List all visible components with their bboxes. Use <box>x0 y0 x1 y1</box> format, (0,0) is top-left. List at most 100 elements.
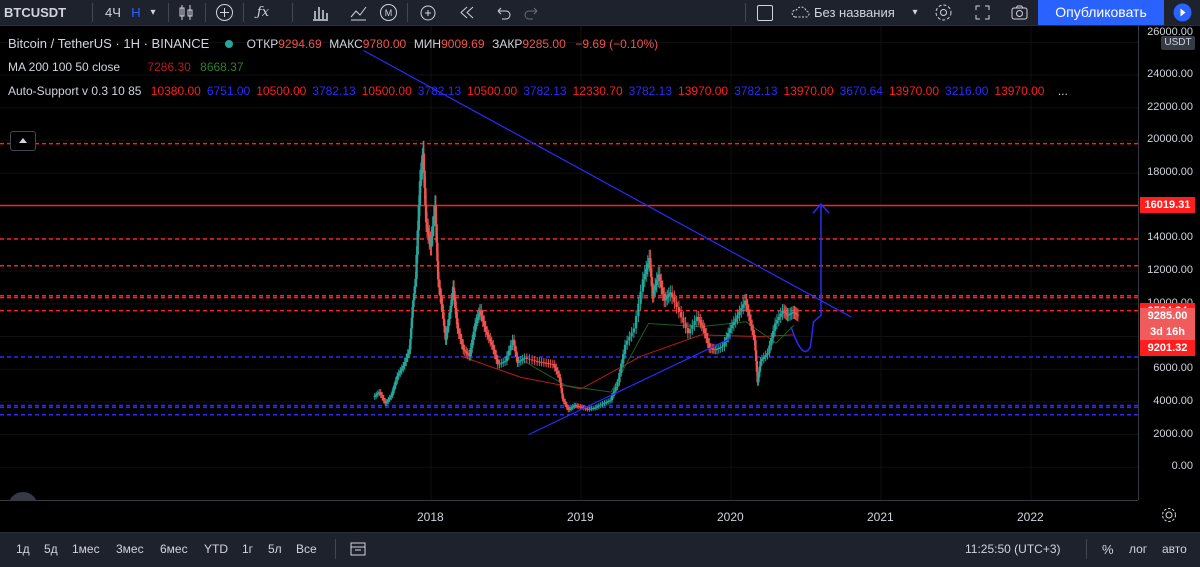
toolbar-divider <box>745 3 746 22</box>
more-values: ... <box>1057 84 1068 98</box>
candle-body <box>540 361 543 363</box>
candles-icon[interactable] <box>176 2 197 23</box>
candle-body <box>703 328 706 334</box>
candle-body <box>484 326 487 332</box>
candle-body <box>519 360 523 362</box>
publish-button[interactable]: Опубликовать <box>1038 0 1164 25</box>
add-indicator-icon[interactable] <box>214 2 235 23</box>
fullscreen-icon[interactable] <box>972 2 993 23</box>
candle-body <box>595 406 599 408</box>
chevron-down-icon[interactable]: ▾ <box>908 0 922 25</box>
candle-body <box>734 318 737 322</box>
price-axis[interactable]: USDT 26000.00 24000.00 22000.00 20000.00 180… <box>1138 26 1200 500</box>
price-tick-label: 14000.00 <box>1147 231 1193 244</box>
candle-body <box>547 363 550 365</box>
date-range-icon[interactable] <box>349 540 367 558</box>
open-value: 9294.69 <box>278 37 322 51</box>
time-axis[interactable]: 2018 2019 2020 2021 2022 <box>0 500 1138 533</box>
price-level-label[interactable]: 9201.32 <box>1140 339 1195 356</box>
chart-pane[interactable]: Bitcoin / TetherUS · 1H · BINANCE ОТКР92… <box>0 26 1138 522</box>
fx-icon[interactable]: ƒx <box>252 0 274 25</box>
candle-body <box>775 320 779 324</box>
candle-body <box>397 373 400 376</box>
close-label: ЗАКР <box>492 37 523 51</box>
candle-body <box>571 406 574 408</box>
compare-icon[interactable] <box>348 2 369 23</box>
candle-body <box>641 279 645 292</box>
auto-support-value: 3782.13 <box>628 84 673 98</box>
candle-body <box>661 287 664 295</box>
candle-body <box>568 408 571 411</box>
candle-body <box>381 394 384 398</box>
interval-4h-button[interactable]: 4Ч <box>102 0 124 25</box>
price-tick-label: 18000.00 <box>1147 166 1193 179</box>
currency-badge[interactable]: USDT <box>1161 36 1195 50</box>
range-button[interactable]: 5д <box>44 542 58 556</box>
candle-body <box>760 359 764 362</box>
auto-support-value: 3216.00 <box>945 84 989 98</box>
range-button[interactable]: 6мес <box>160 542 188 556</box>
candle-body <box>525 357 529 359</box>
auto-support-value: 12330.70 <box>572 84 623 98</box>
range-button[interactable]: 3мес <box>116 542 144 556</box>
candle-body <box>655 279 658 286</box>
camera-icon[interactable] <box>1009 2 1030 23</box>
high-label: МАКС <box>329 37 363 51</box>
candle-body <box>564 401 567 405</box>
candle-body <box>796 314 800 316</box>
price-tick-label: 22000.00 <box>1147 100 1193 113</box>
candle-body <box>693 321 696 326</box>
symbol-search[interactable]: BTCUSDT <box>4 0 66 25</box>
undo-icon[interactable] <box>492 2 513 23</box>
candle-body <box>705 333 708 339</box>
alarm-plus-icon[interactable] <box>418 2 439 23</box>
clock-time[interactable]: 11:25:50 (UTC+3) <box>965 542 1061 556</box>
candle-body <box>614 386 617 392</box>
candle-body <box>462 344 465 350</box>
range-button[interactable]: Все <box>296 542 317 556</box>
settings-icon[interactable] <box>933 2 954 23</box>
range-button[interactable]: 5л <box>268 542 282 556</box>
candle-body <box>535 361 539 363</box>
candle-body <box>538 361 541 363</box>
redo-icon[interactable] <box>522 2 543 23</box>
bar-chart-icon[interactable] <box>310 2 331 23</box>
range-button[interactable]: 1д <box>16 542 30 556</box>
price-level-label[interactable]: 16019.31 <box>1140 197 1195 214</box>
alert-icon[interactable]: M <box>378 2 399 23</box>
play-button[interactable] <box>1166 0 1200 25</box>
replay-icon[interactable] <box>456 2 477 23</box>
candle-body <box>740 307 743 312</box>
toolbar-divider <box>168 3 169 22</box>
cloud-icon[interactable] <box>790 2 811 23</box>
candle-body <box>387 399 390 402</box>
auto-support-legend[interactable]: Auto-Support v 0.3 10 85 10380.00 6751.00… <box>8 84 1068 98</box>
layout-name[interactable]: Без названия <box>814 0 904 25</box>
price-level-label[interactable]: 3d 16h <box>1140 323 1195 340</box>
ma-value-long: 7286.30 <box>147 60 191 74</box>
percent-toggle[interactable]: % <box>1102 542 1114 557</box>
candle-body <box>399 370 402 374</box>
range-button[interactable]: YTD <box>204 542 228 556</box>
log-toggle[interactable]: лог <box>1129 542 1147 556</box>
auto-toggle[interactable]: авто <box>1162 542 1187 556</box>
ma-legend[interactable]: MA 200 100 50 close 7286.30 8668.37 <box>8 60 244 74</box>
checkbox-icon[interactable] <box>757 5 773 21</box>
candle-body <box>762 356 766 360</box>
candle-body <box>469 347 472 357</box>
range-button[interactable]: 1мес <box>72 542 100 556</box>
range-button[interactable]: 1г <box>242 542 253 556</box>
interval-dropdown-icon[interactable]: ▾ <box>146 0 160 25</box>
toolbar-divider <box>1086 539 1087 559</box>
price-level-label[interactable]: 9285.00 <box>1140 307 1195 324</box>
axis-settings-icon[interactable] <box>1160 506 1178 524</box>
candle-body <box>679 312 683 318</box>
collapse-legend-button[interactable] <box>10 131 36 151</box>
candle-body <box>402 365 405 369</box>
candle-body <box>400 368 403 371</box>
ma-value-short: 8668.37 <box>200 60 244 74</box>
time-tick-label: 2018 <box>417 510 444 524</box>
price-tick-label: 2000.00 <box>1153 427 1193 440</box>
interval-h-button[interactable]: Н <box>126 0 146 25</box>
candle-body <box>766 352 769 355</box>
